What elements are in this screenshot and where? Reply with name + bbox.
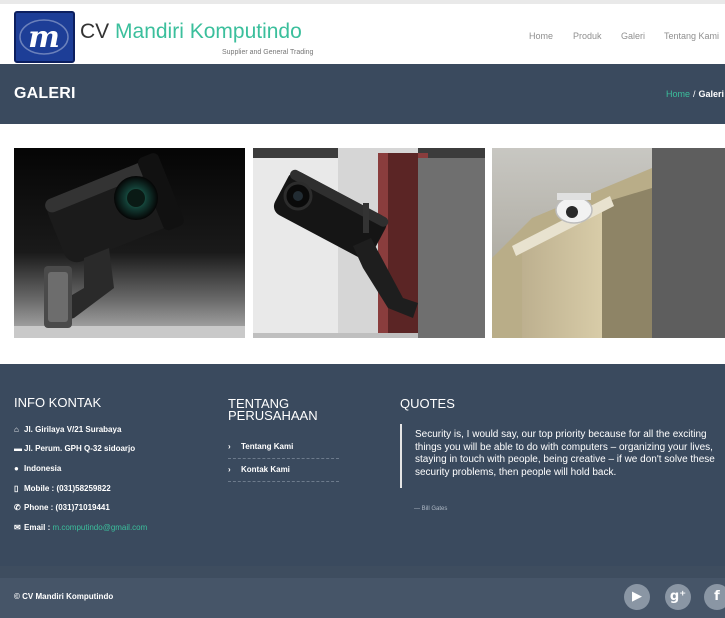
page: m CV Mandiri Komputindo Supplier and Gen… bbox=[0, 0, 725, 618]
google-plus-icon[interactable]: g⁺ bbox=[665, 584, 691, 610]
quote-block: Security is, I would say, our top priori… bbox=[400, 424, 725, 488]
quote-text: Security is, I would say, our top priori… bbox=[415, 429, 715, 478]
brand-tagline: Supplier and General Trading bbox=[222, 49, 314, 56]
divider bbox=[228, 458, 339, 459]
footer-link-tentang-kami[interactable]: › Tentang Kami bbox=[228, 442, 339, 451]
breadcrumb-current: Galeri bbox=[698, 89, 725, 99]
breadcrumb-separator: / bbox=[693, 89, 696, 99]
footer-bottom-bar: © CV Mandiri Komputindo ▶ g⁺ f bbox=[0, 566, 725, 618]
briefcase-icon: ▬ bbox=[14, 444, 22, 453]
copyright: © CV Mandiri Komputindo bbox=[14, 592, 114, 601]
phone: ✆ Phone : (031)71019441 bbox=[14, 503, 110, 512]
gallery-image-2[interactable] bbox=[253, 148, 485, 338]
gallery-image-1[interactable] bbox=[14, 148, 245, 338]
facebook-icon[interactable]: f bbox=[704, 584, 725, 610]
mobile-icon: ▯ bbox=[14, 484, 19, 493]
mobile: ▯ Mobile : (031)58259822 bbox=[14, 484, 111, 493]
phone-icon: ✆ bbox=[14, 503, 21, 512]
footer-link-kontak-kami[interactable]: › Kontak Kami bbox=[228, 465, 339, 474]
email: ✉ Email : m.computindo@gmail.com bbox=[14, 523, 148, 532]
divider bbox=[228, 481, 339, 482]
gallery-image-3[interactable] bbox=[492, 148, 725, 338]
email-link[interactable]: m.computindo@gmail.com bbox=[52, 523, 147, 532]
breadcrumb-home[interactable]: Home bbox=[666, 89, 690, 99]
page-title-bar: GALERI Home / Galeri bbox=[0, 64, 725, 124]
chevron-right-icon: › bbox=[228, 442, 231, 451]
nav-tentang-kami[interactable]: Tentang Kami bbox=[664, 31, 719, 41]
youtube-icon[interactable]: ▶ bbox=[624, 584, 650, 610]
breadcrumb: Home / Galeri bbox=[666, 89, 724, 99]
address-1: ⌂ Jl. Girilaya V/21 Surabaya bbox=[14, 425, 122, 434]
nav-galeri[interactable]: Galeri bbox=[621, 31, 645, 41]
main-nav: Home Produk Galeri Tentang Kami bbox=[0, 31, 725, 45]
quotes-title: QUOTES bbox=[400, 396, 455, 411]
site-header: m CV Mandiri Komputindo Supplier and Gen… bbox=[0, 4, 725, 64]
globe-icon: ● bbox=[14, 464, 19, 473]
nav-produk[interactable]: Produk bbox=[573, 31, 602, 41]
quote-author: — Bill Gates bbox=[414, 506, 448, 512]
home-icon: ⌂ bbox=[14, 425, 19, 434]
nav-home[interactable]: Home bbox=[529, 31, 553, 41]
page-title: GALERI bbox=[14, 85, 76, 102]
divider bbox=[0, 566, 725, 578]
chevron-right-icon: › bbox=[228, 465, 231, 474]
address-2: ▬ Jl. Perum. GPH Q-32 sidoarjo bbox=[14, 444, 136, 453]
tentang-title-line2: PERUSAHAAN bbox=[228, 408, 318, 423]
info-kontak-title: INFO KONTAK bbox=[14, 395, 102, 410]
envelope-icon: ✉ bbox=[14, 523, 21, 532]
country: ● Indonesia bbox=[14, 464, 62, 473]
